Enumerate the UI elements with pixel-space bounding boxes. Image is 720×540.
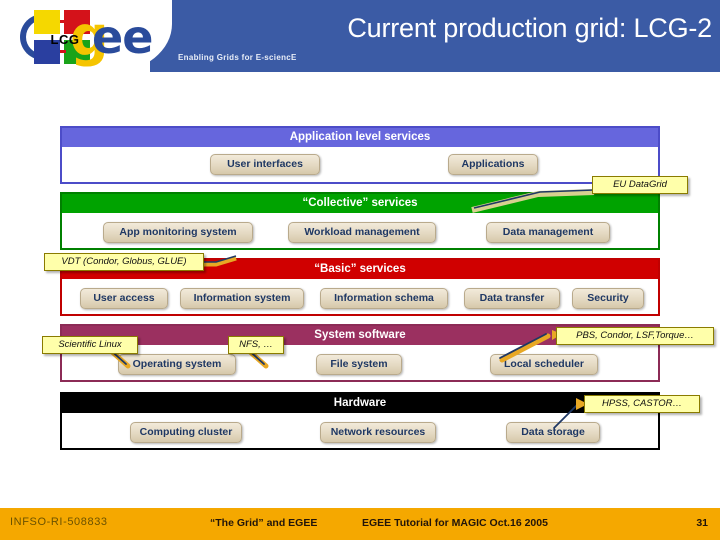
layer-collective-services: “Collective” services App monitoring sys…: [60, 192, 660, 250]
pill-data-storage[interactable]: Data storage: [506, 422, 600, 443]
grid-architecture-diagram: Application level services User interfac…: [0, 72, 720, 500]
pill-security[interactable]: Security: [572, 288, 644, 309]
header-subtitle: Enabling Grids for E-sciencE: [178, 53, 297, 62]
callout-nfs[interactable]: NFS, …: [228, 336, 284, 354]
pill-local-scheduler[interactable]: Local scheduler: [490, 354, 598, 375]
layer-hardware-title: Hardware: [62, 394, 658, 413]
callout-scientific-linux[interactable]: Scientific Linux: [42, 336, 138, 354]
callout-vdt[interactable]: VDT (Condor, Globus, GLUE): [44, 253, 204, 271]
egee-lcg-logo: LCG g ee: [14, 6, 194, 68]
lcg-wordmark: LCG: [50, 32, 80, 47]
slide-header: LCG g ee Current production grid: LCG-2 …: [0, 0, 720, 72]
page-title: Current production grid: LCG-2: [347, 13, 712, 43]
layer-collective-title: “Collective” services: [62, 194, 658, 213]
footer-project-id: INFSO-RI-508833: [10, 516, 108, 528]
pill-workload-management[interactable]: Workload management: [288, 222, 436, 243]
footer-event: EGEE Tutorial for MAGIC Oct.16 2005: [362, 517, 548, 529]
logo-letters-ee: ee: [92, 10, 153, 64]
slide-footer: INFSO-RI-508833 “The Grid” and EGEE EGEE…: [0, 508, 720, 540]
callout-mass-storage[interactable]: HPSS, CASTOR…: [584, 395, 700, 413]
footer-talk-title: “The Grid” and EGEE: [210, 517, 318, 529]
footer-page-number: 31: [696, 517, 708, 529]
pill-data-transfer[interactable]: Data transfer: [464, 288, 560, 309]
layer-hardware: Hardware Computing cluster Network resou…: [60, 392, 660, 450]
pill-information-schema[interactable]: Information schema: [320, 288, 448, 309]
pill-user-access[interactable]: User access: [80, 288, 168, 309]
callout-eu-datagrid[interactable]: EU DataGrid: [592, 176, 688, 194]
pill-applications[interactable]: Applications: [448, 154, 538, 175]
pill-user-interfaces[interactable]: User interfaces: [210, 154, 320, 175]
pill-operating-system[interactable]: Operating system: [118, 354, 236, 375]
callout-batch-systems[interactable]: PBS, Condor, LSF,Torque…: [556, 327, 714, 345]
lcg-dash-bottom: [60, 50, 66, 53]
lcg-square-yellow: [34, 10, 60, 34]
pill-information-system[interactable]: Information system: [180, 288, 304, 309]
lcg-dash-top: [60, 20, 66, 23]
pill-app-monitoring-system[interactable]: App monitoring system: [103, 222, 253, 243]
pill-computing-cluster[interactable]: Computing cluster: [130, 422, 242, 443]
layer-application-level-services: Application level services User interfac…: [60, 126, 660, 184]
layer-application-body: [62, 147, 658, 182]
layer-application-title: Application level services: [62, 128, 658, 147]
pill-network-resources[interactable]: Network resources: [320, 422, 436, 443]
pill-file-system[interactable]: File system: [316, 354, 402, 375]
pill-data-management[interactable]: Data management: [486, 222, 610, 243]
